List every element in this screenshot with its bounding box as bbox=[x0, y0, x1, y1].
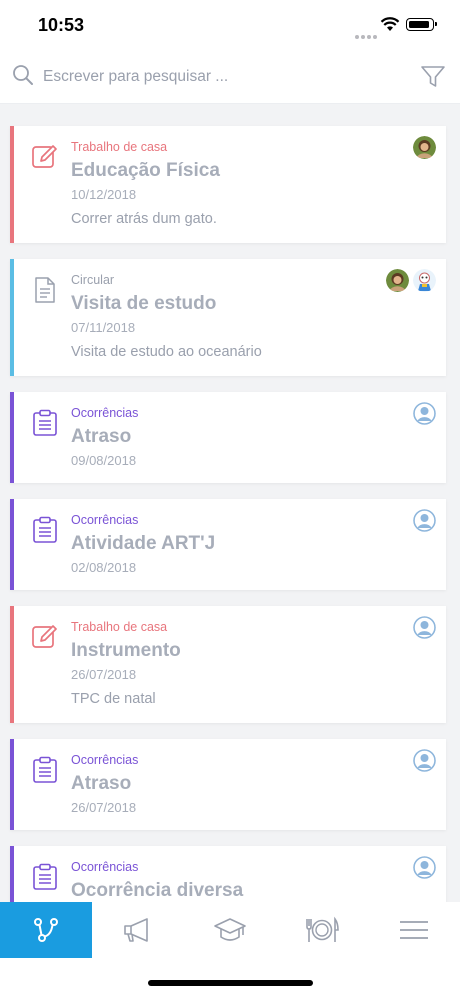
battery-icon bbox=[406, 18, 437, 31]
timeline-list: Trabalho de casa Educação Física 10/12/2… bbox=[0, 104, 460, 902]
item-date: 26/07/2018 bbox=[71, 667, 137, 682]
avatar bbox=[386, 269, 409, 292]
item-title: Instrumento bbox=[71, 640, 181, 661]
item-category: Ocorrências bbox=[71, 860, 139, 874]
meal-icon bbox=[306, 916, 339, 942]
search-input[interactable] bbox=[43, 66, 383, 88]
megaphone-icon bbox=[124, 918, 148, 942]
list-item[interactable]: Trabalho de casa Instrumento 26/07/2018 … bbox=[10, 606, 446, 723]
menu-icon bbox=[400, 921, 428, 939]
tab-meals[interactable] bbox=[276, 902, 368, 958]
item-date: 02/08/2018 bbox=[71, 560, 137, 575]
item-date: 26/07/2018 bbox=[71, 800, 137, 815]
list-item[interactable]: Ocorrências Atraso 09/08/2018 bbox=[10, 392, 446, 483]
item-description: Visita de estudo ao oceanário bbox=[71, 344, 262, 360]
filter-icon[interactable] bbox=[420, 64, 446, 90]
item-category: Circular bbox=[71, 273, 115, 287]
home-area bbox=[0, 958, 460, 996]
tab-announcements[interactable] bbox=[92, 902, 184, 958]
tab-timeline[interactable] bbox=[0, 902, 92, 958]
clipboard-icon bbox=[33, 756, 57, 783]
graduation-cap-icon bbox=[214, 918, 246, 941]
tab-education[interactable] bbox=[184, 902, 276, 958]
avatar bbox=[413, 136, 436, 159]
list-item[interactable]: Ocorrências Ocorrência diversa bbox=[10, 846, 446, 902]
item-title: Ocorrência diversa bbox=[71, 880, 244, 901]
item-date: 09/08/2018 bbox=[71, 453, 137, 468]
item-title: Visita de estudo bbox=[71, 293, 217, 314]
avatar bbox=[413, 269, 436, 292]
item-title: Atividade ART'J bbox=[71, 533, 216, 554]
homework-icon bbox=[32, 145, 57, 168]
clipboard-icon bbox=[33, 863, 57, 890]
tab-menu[interactable] bbox=[368, 902, 460, 958]
user-avatar-icon bbox=[413, 749, 436, 772]
home-indicator[interactable] bbox=[148, 980, 313, 986]
user-avatar-icon bbox=[413, 509, 436, 532]
wifi-icon bbox=[380, 17, 400, 31]
user-avatar-icon bbox=[413, 402, 436, 425]
list-item[interactable]: Circular Visita de estudo 07/11/2018 Vis… bbox=[10, 259, 446, 376]
document-icon bbox=[35, 277, 55, 303]
homework-icon bbox=[32, 625, 57, 648]
search-bar bbox=[0, 50, 460, 104]
item-category: Trabalho de casa bbox=[71, 620, 168, 634]
item-category: Ocorrências bbox=[71, 513, 139, 527]
list-item[interactable]: Ocorrências Atraso 26/07/2018 bbox=[10, 739, 446, 830]
user-avatar-icon bbox=[413, 856, 436, 879]
user-avatar-icon bbox=[413, 616, 436, 639]
item-category: Ocorrências bbox=[71, 753, 139, 767]
search-icon bbox=[13, 65, 33, 85]
clipboard-icon bbox=[33, 516, 57, 543]
list-item[interactable]: Ocorrências Atividade ART'J 02/08/2018 bbox=[10, 499, 446, 590]
status-bar: 10:53 bbox=[0, 0, 460, 50]
item-date: 07/11/2018 bbox=[71, 320, 136, 335]
list-item[interactable]: Trabalho de casa Educação Física 10/12/2… bbox=[10, 126, 446, 243]
item-title: Atraso bbox=[71, 426, 132, 447]
item-date: 10/12/2018 bbox=[71, 187, 137, 202]
tab-bar bbox=[0, 902, 460, 958]
signal-icon bbox=[355, 26, 379, 44]
status-time: 10:53 bbox=[38, 15, 85, 35]
item-category: Trabalho de casa bbox=[71, 140, 168, 154]
item-title: Educação Física bbox=[71, 160, 220, 181]
clipboard-icon bbox=[33, 409, 57, 436]
item-title: Atraso bbox=[71, 773, 132, 794]
item-category: Ocorrências bbox=[71, 406, 139, 420]
timeline-icon bbox=[34, 918, 58, 942]
item-description: Correr atrás dum gato. bbox=[71, 211, 217, 227]
item-description: TPC de natal bbox=[71, 691, 156, 707]
